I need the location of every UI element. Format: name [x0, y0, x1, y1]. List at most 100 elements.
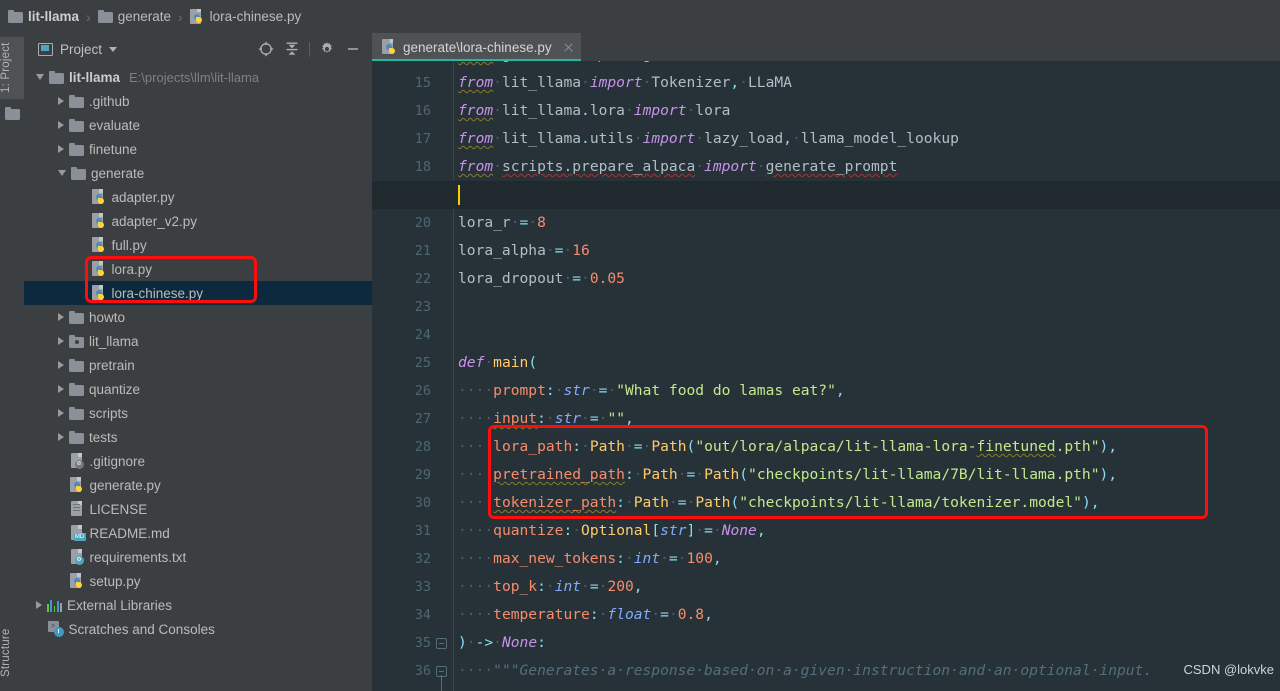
chevron-right-icon[interactable]: [58, 313, 64, 321]
watermark: CSDN @lokvke: [1183, 662, 1275, 677]
tree-row-lora-chinese-py[interactable]: lora-chinese.py: [24, 281, 372, 305]
code-line-28[interactable]: ····lora_path:·Path·=·Path("out/lora/alp…: [458, 433, 1117, 461]
tool-tab-structure[interactable]: Structure: [0, 619, 24, 687]
folder-icon: [8, 10, 23, 23]
tree-row-finetune[interactable]: finetune: [24, 137, 372, 161]
code-line-16[interactable]: from·lit_llama.lora·import·lora: [458, 97, 730, 125]
tree-row-label: requirements.txt: [89, 549, 187, 565]
chevron-right-icon[interactable]: [36, 601, 42, 609]
python-file-icon: [91, 261, 107, 277]
tree-row-adapter-v2-py[interactable]: adapter_v2.py: [24, 209, 372, 233]
tree-row-lit-llama[interactable]: lit_llama: [24, 329, 372, 353]
tree-row-external-libraries[interactable]: External Libraries: [24, 593, 372, 617]
tree-row-evaluate[interactable]: evaluate: [24, 113, 372, 137]
tree-row-full-py[interactable]: full.py: [24, 233, 372, 257]
code-line-35[interactable]: )·->·None:: [458, 629, 546, 657]
collapse-all-icon[interactable]: [279, 36, 305, 62]
editor-tab-lora-chinese[interactable]: generate\lora-chinese.py: [372, 33, 581, 61]
tree-row-howto[interactable]: howto: [24, 305, 372, 329]
chevron-down-icon[interactable]: [58, 170, 66, 176]
tree-row-adapter-py[interactable]: adapter.py: [24, 185, 372, 209]
tree-row-scripts[interactable]: scripts: [24, 401, 372, 425]
folder-icon: [69, 430, 84, 444]
tree-row-requirements-txt[interactable]: ⚙ requirements.txt: [24, 545, 372, 569]
tree-row-label: tests: [89, 429, 118, 445]
code-line-27[interactable]: ····input:·str·=·"",: [458, 405, 634, 433]
code-line-14[interactable]: from·generate·import·generate: [458, 61, 713, 69]
breadcrumb-item-generate[interactable]: generate: [97, 0, 171, 33]
code-editor[interactable]: 1415161718192021222324252627282930313233…: [372, 61, 1280, 691]
tree-row-generate[interactable]: generate: [24, 161, 372, 185]
code-line-36[interactable]: ····"""Generates·a·response·based·on·a·g…: [458, 657, 1152, 685]
chevron-right-icon[interactable]: [58, 121, 64, 129]
chevron-right-icon[interactable]: [58, 409, 64, 417]
code-fold-toggle[interactable]: [436, 638, 447, 649]
breadcrumb-item-lit-llama[interactable]: lit-llama: [8, 0, 79, 33]
code-line-26[interactable]: ····prompt:·str·=·"What food do lamas ea…: [458, 377, 845, 405]
code-line-25[interactable]: def·main(: [458, 349, 537, 377]
gear-icon[interactable]: [314, 36, 340, 62]
current-line-highlight: [372, 181, 1280, 209]
tree-row-label: evaluate: [89, 117, 141, 133]
breadcrumb-item-lora-chinese[interactable]: lora-chinese.py: [189, 0, 301, 33]
code-line-31[interactable]: ····quantize:·Optional[str]·=·None,: [458, 517, 766, 545]
line-number: 28: [414, 439, 431, 455]
code-line-34[interactable]: ····temperature:·float·=·0.8,: [458, 601, 713, 629]
tree-row-quantize[interactable]: quantize: [24, 377, 372, 401]
tree-row-lora-py[interactable]: lora.py: [24, 257, 372, 281]
tree-row-path: E:\projects\llm\lit-llama: [129, 69, 260, 85]
tree-row-scratches-and-consoles[interactable]: > Scratches and Consoles: [24, 617, 372, 641]
tree-row-generate-py[interactable]: generate.py: [24, 473, 372, 497]
code-line-17[interactable]: from·lit_llama.utils·import·lazy_load,·l…: [458, 125, 959, 153]
line-number: 37: [415, 685, 431, 691]
text-caret: [458, 185, 460, 205]
folder-icon: [49, 70, 64, 84]
chevron-right-icon[interactable]: [58, 385, 64, 393]
tree-row-setup-py[interactable]: setup.py: [24, 569, 372, 593]
code-fold-line: [441, 675, 442, 691]
tree-row-lit-llama[interactable]: lit-llama E:\projects\llm\lit-llama: [24, 65, 372, 89]
breadcrumb-separator-icon: ›: [177, 8, 183, 25]
code-line-21[interactable]: lora_alpha·=·16: [458, 237, 590, 265]
chevron-right-icon[interactable]: [58, 361, 64, 369]
code-line-30[interactable]: ····tokenizer_path:·Path·=·Path("checkpo…: [458, 489, 1100, 517]
editor-tab-title: generate\lora-chinese.py: [403, 39, 552, 55]
folder-icon: [69, 142, 84, 156]
code-line-33[interactable]: ····top_k:·int·=·200,: [458, 573, 643, 601]
code-line-15[interactable]: from·lit_llama·import·Tokenizer,·LLaMA: [458, 69, 792, 97]
tree-row-label: Scratches and Consoles: [68, 621, 215, 637]
line-number: 35: [414, 635, 431, 651]
tree-row-license[interactable]: LICENSE: [24, 497, 372, 521]
chevron-right-icon[interactable]: [58, 433, 64, 441]
locate-icon[interactable]: [253, 36, 279, 62]
code-line-29[interactable]: ····pretrained_path:·Path·=·Path("checkp…: [458, 461, 1117, 489]
ide-window: lit-llama › generate › lora-chinese.py 1…: [0, 0, 1280, 691]
code-line-32[interactable]: ····max_new_tokens:·int·=·100,: [458, 545, 722, 573]
chevron-down-icon[interactable]: [109, 46, 118, 52]
markdown-file-icon: MD: [70, 525, 86, 541]
line-number: 22: [414, 271, 431, 287]
tree-row-pretrain[interactable]: pretrain: [24, 353, 372, 377]
chevron-down-icon[interactable]: [36, 74, 44, 80]
tree-row-label: External Libraries: [67, 597, 173, 613]
code-line-37[interactable]: ····This·script·will·only·work·with·chec…: [458, 685, 1214, 691]
tree-row-tests[interactable]: tests: [24, 425, 372, 449]
chevron-right-icon[interactable]: [58, 145, 64, 153]
tree-row--gitignore[interactable]: ⊘ .gitignore: [24, 449, 372, 473]
tree-row-readme-md[interactable]: MD README.md: [24, 521, 372, 545]
line-number: 36: [414, 663, 431, 679]
code-line-20[interactable]: lora_r·=·8: [458, 209, 546, 237]
minimize-icon[interactable]: [340, 36, 366, 62]
code-line-18[interactable]: from·scripts.prepare_alpaca·import·gener…: [458, 153, 897, 181]
chevron-right-icon[interactable]: [58, 97, 64, 105]
tree-row-label: LICENSE: [89, 501, 148, 517]
line-number: 15: [414, 75, 431, 91]
tree-row--github[interactable]: .github: [24, 89, 372, 113]
tool-window-strip: 1: Project Structure: [0, 33, 25, 691]
tool-tab-project[interactable]: 1: Project: [0, 37, 24, 99]
project-view-selector[interactable]: Project: [38, 42, 118, 57]
chevron-right-icon[interactable]: [58, 337, 64, 345]
project-tree[interactable]: lit-llama E:\projects\llm\lit-llama .githu…: [24, 65, 372, 691]
close-icon[interactable]: [562, 41, 575, 54]
code-line-22[interactable]: lora_dropout·=·0.05: [458, 265, 625, 293]
